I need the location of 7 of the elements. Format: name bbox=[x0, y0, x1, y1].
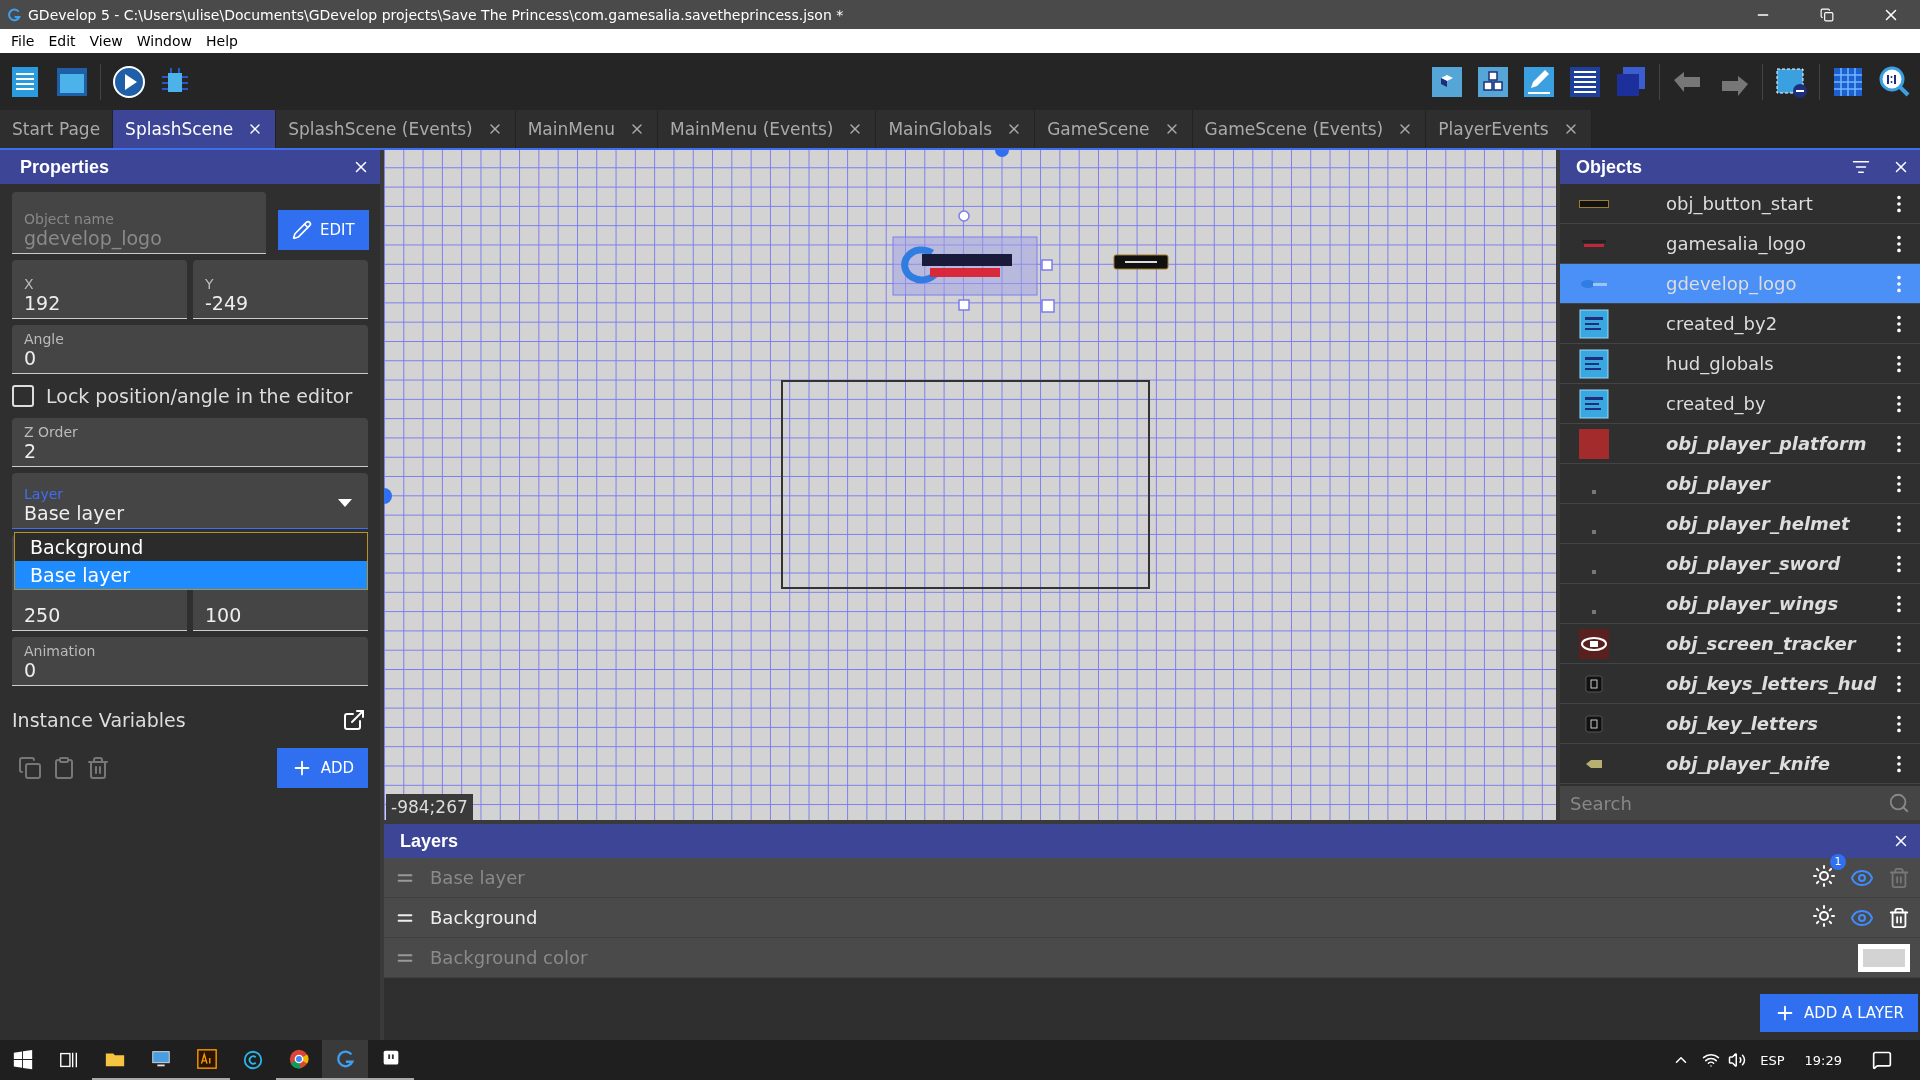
window-title: GDevelop 5 - C:\Users\ulise\Documents\GDevelop projects\Save The Princess\com.gamesalia.savetheprincess.json * bbox=[28, 6, 845, 23]
panel-title: Objects bbox=[1576, 156, 1643, 178]
checkbox-label: Lock position/angle in the editor bbox=[46, 385, 353, 407]
panel-title: Layers bbox=[400, 830, 459, 852]
section-title: Instance Variables bbox=[12, 709, 186, 731]
panel-title: Properties bbox=[20, 156, 110, 178]
cursor-coordinates: -984;267 bbox=[386, 794, 473, 820]
